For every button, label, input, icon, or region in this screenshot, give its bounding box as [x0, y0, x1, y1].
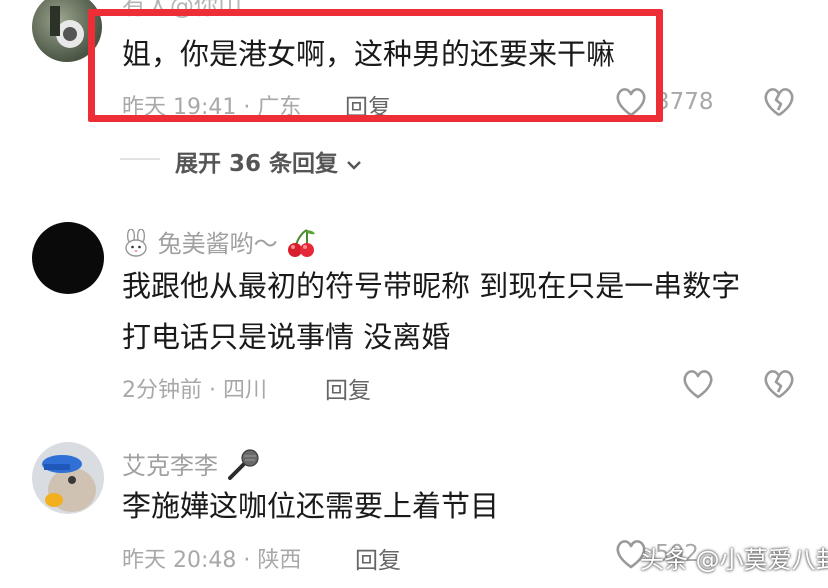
comment-username-text: 艾克李李: [122, 452, 218, 480]
highlight-box: [88, 9, 663, 122]
like-count: 3778: [655, 89, 714, 115]
broken-heart-icon[interactable]: [762, 86, 796, 118]
broken-heart-icon[interactable]: [762, 368, 796, 400]
watermark: 头条 @小莫爱八卦: [640, 546, 828, 574]
chevron-down-icon: [347, 160, 361, 170]
reply-button[interactable]: 回复: [355, 541, 401, 575]
rabbit-emoji-icon: [125, 228, 147, 257]
comment-meta: 2分钟前 · 四川: [122, 378, 267, 403]
comment-username[interactable]: 兔美酱哟～: [122, 224, 317, 259]
avatar[interactable]: [32, 442, 104, 514]
expand-replies-button[interactable]: 展开 36 条回复: [175, 144, 362, 178]
avatar[interactable]: [32, 222, 104, 294]
comment-text: 李施嬅这咖位还需要上着节目: [122, 489, 500, 523]
cartoon-avatar-icon: [42, 455, 96, 512]
heart-outline-icon[interactable]: [681, 368, 715, 400]
comment-meta: 昨天 20:48 · 陕西: [122, 548, 302, 573]
expand-divider: [120, 158, 160, 160]
comment-username-text: 兔美酱哟～: [157, 230, 278, 258]
cherry-emoji-icon: [288, 229, 316, 257]
comment-username[interactable]: 艾克李李: [122, 446, 260, 481]
expand-replies-label: 展开 36 条回复: [175, 151, 339, 177]
microphone-emoji-icon: [227, 449, 259, 480]
comment-text-line-1: 我跟他从最初的符号带昵称 到现在只是一串数字: [122, 269, 741, 303]
reply-button[interactable]: 回复: [325, 371, 371, 405]
comment-text-line-2: 打电话只是说事情 没离婚: [122, 320, 451, 354]
